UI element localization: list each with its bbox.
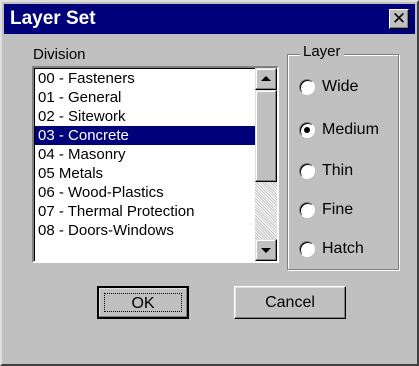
radio-button-checked[interactable] [299,122,315,138]
scroll-down-button[interactable] [255,239,277,261]
close-icon: ✕ [391,9,407,28]
arrow-up-icon [261,76,271,81]
division-listbox[interactable]: 00 - Fasteners 01 - General 02 - Sitewor… [32,66,279,263]
radio-button[interactable] [299,163,315,179]
radio-label[interactable]: Medium [322,120,379,140]
ok-button-label: OK [104,293,182,312]
division-label: Division [33,46,86,63]
scroll-thumb[interactable] [255,90,277,182]
radio-label[interactable]: Thin [322,161,353,181]
list-item[interactable]: 02 - Sitework [35,107,255,126]
radio-button[interactable] [299,241,315,257]
list-item[interactable]: 07 - Thermal Protection [35,202,255,221]
radio-button[interactable] [299,79,315,95]
list-item[interactable]: 01 - General [35,88,255,107]
radio-button[interactable] [299,202,315,218]
list-item[interactable]: 05 Metals [35,164,255,183]
cancel-button[interactable]: Cancel [234,286,346,319]
radio-label[interactable]: Fine [322,200,353,220]
title-bar[interactable]: Layer Set ✕ [4,4,415,34]
radio-label[interactable]: Hatch [322,239,364,259]
arrow-down-icon [261,248,271,253]
radio-label[interactable]: Wide [322,77,358,97]
vertical-scrollbar[interactable] [255,68,277,261]
list-item[interactable]: 06 - Wood-Plastics [35,183,255,202]
scroll-up-button[interactable] [255,68,277,90]
layer-group-legend: Layer [300,43,344,61]
close-button[interactable]: ✕ [389,9,409,29]
list-item[interactable]: 00 - Fasteners [35,69,255,88]
window-title: Layer Set [10,8,96,29]
list-item-selected[interactable]: 03 - Concrete [35,126,255,145]
list-item[interactable]: 08 - Doors-Windows [35,221,255,240]
division-list[interactable]: 00 - Fasteners 01 - General 02 - Sitewor… [34,68,255,261]
ok-button[interactable]: OK [97,286,189,319]
list-item[interactable]: 04 - Masonry [35,145,255,164]
